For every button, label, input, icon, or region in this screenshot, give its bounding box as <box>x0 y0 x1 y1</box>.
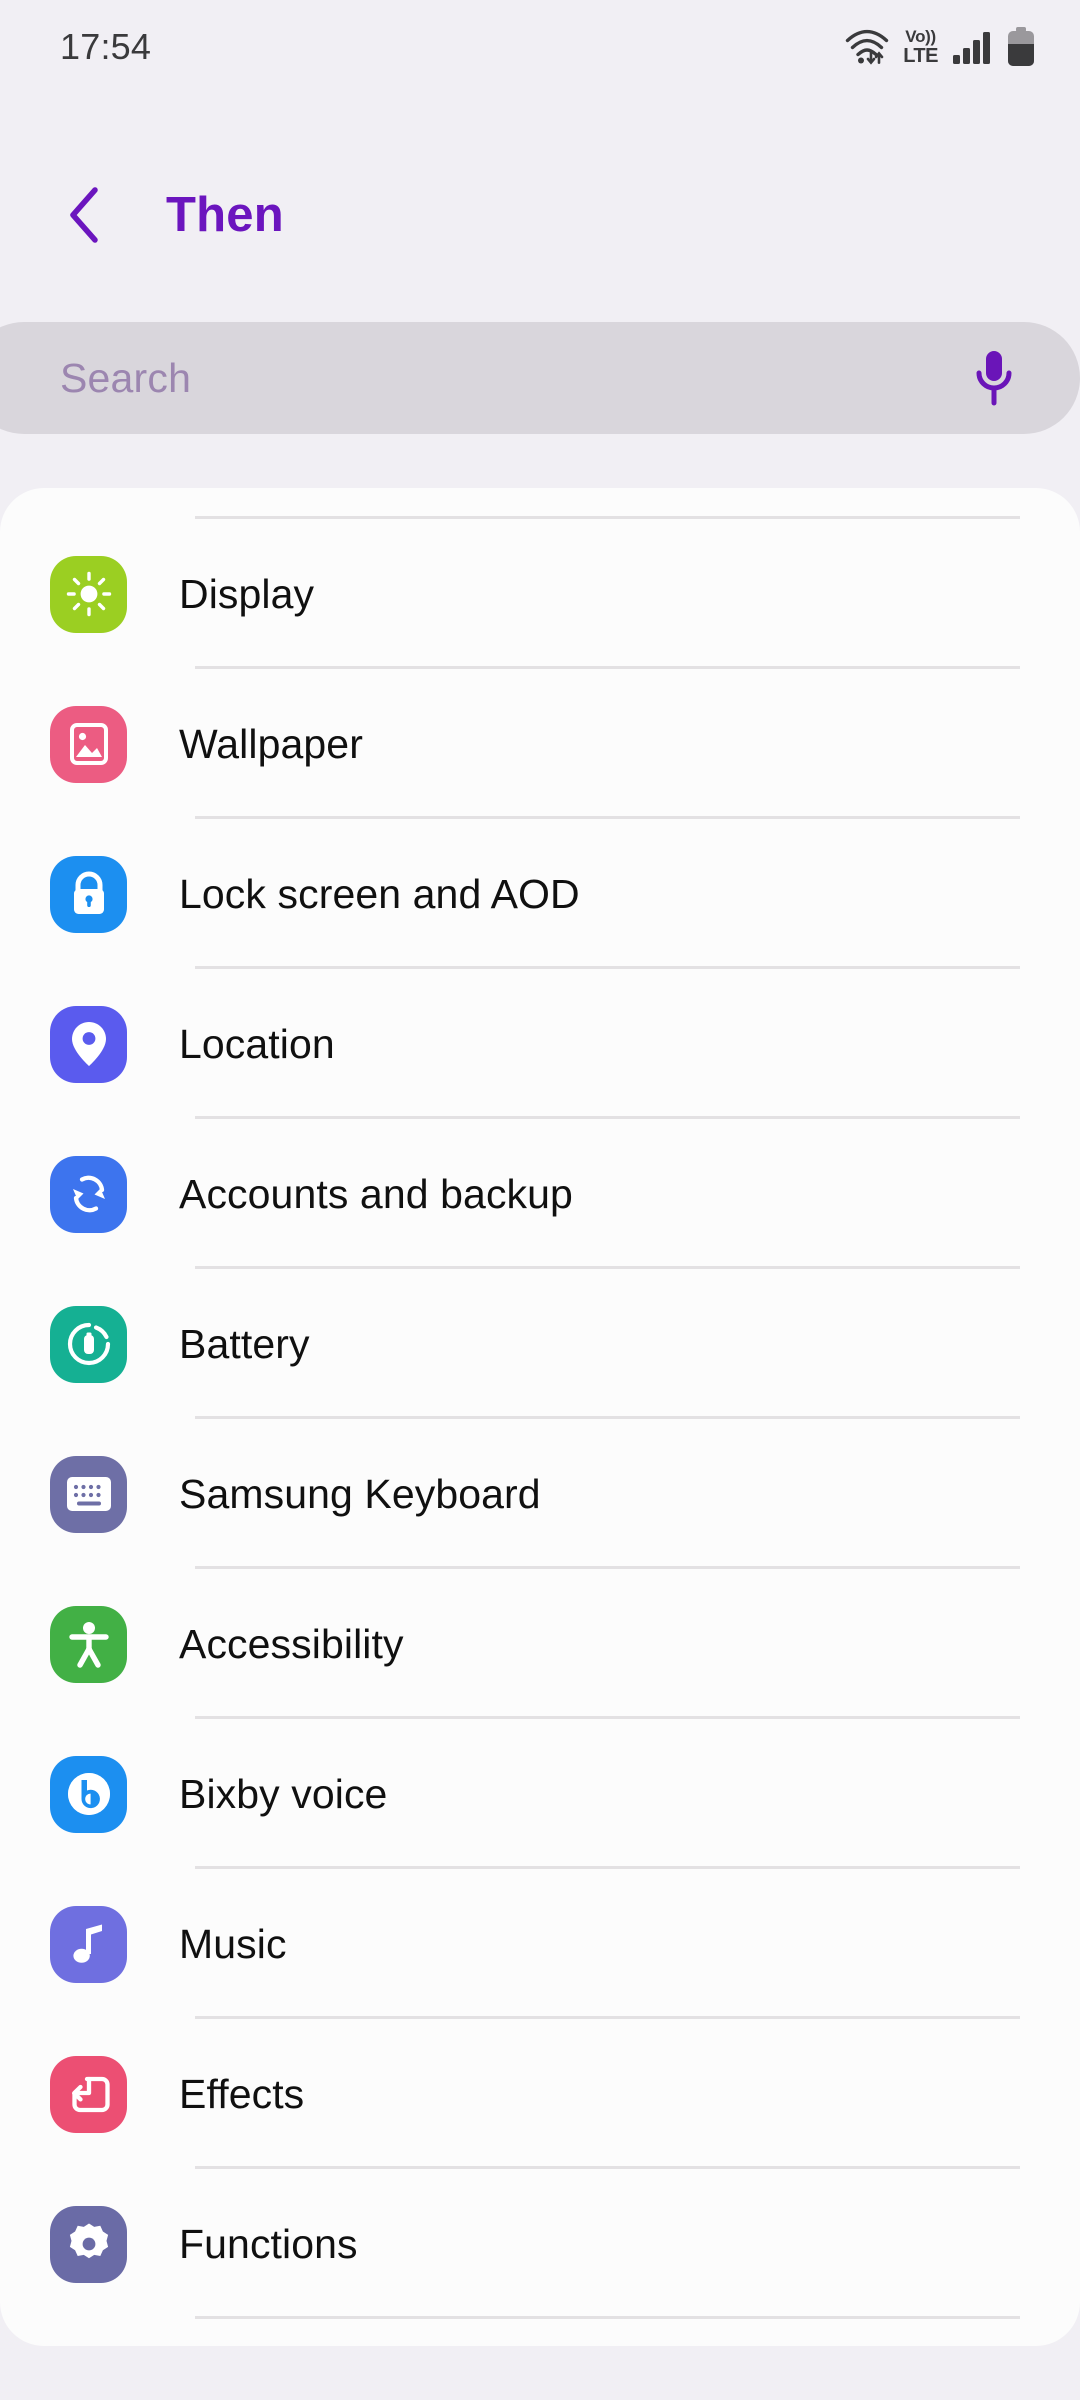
list-item[interactable]: Music <box>0 1869 1080 2019</box>
list-item[interactable]: Accounts and backup <box>0 1119 1080 1269</box>
status-bar-clock: 17:54 <box>60 26 152 67</box>
list-item-label: Bixby voice <box>179 1770 388 1817</box>
volte-icon: Vo)) LTE <box>903 28 938 66</box>
list-item-label: Battery <box>179 1320 310 1367</box>
effects-frame-icon <box>50 2055 127 2133</box>
volte-top-text: Vo)) <box>905 27 936 46</box>
list-item-label: Music <box>179 1920 287 1967</box>
wifi-icon <box>845 29 889 65</box>
status-bar-icons: Vo)) LTE <box>845 27 1036 67</box>
gear-settings-icon <box>50 2205 127 2283</box>
music-note-icon <box>50 1905 127 1983</box>
list-item[interactable]: Lock screen and AOD <box>0 819 1080 969</box>
phone-screen: 17:54 Vo)) LTE Then Search Display Wallp… <box>0 0 1080 2400</box>
app-bar: Then <box>0 150 1080 280</box>
cellular-signal-icon <box>952 30 992 64</box>
map-pin-icon <box>50 1005 127 1083</box>
image-picture-icon <box>50 705 127 783</box>
list-item-label: Accounts and backup <box>179 1170 573 1217</box>
padlock-icon <box>50 855 127 933</box>
back-button[interactable] <box>56 185 116 245</box>
status-bar: 17:54 Vo)) LTE <box>0 0 1080 94</box>
list-item-label: Wallpaper <box>179 720 363 767</box>
search-input[interactable]: Search <box>60 355 964 402</box>
list-item-label: Lock screen and AOD <box>179 870 580 917</box>
list-item[interactable]: Battery <box>0 1269 1080 1419</box>
list-item[interactable]: Bixby voice <box>0 1719 1080 1869</box>
battery-icon <box>1006 27 1036 67</box>
accessibility-person-icon <box>50 1605 127 1683</box>
settings-list: Display Wallpaper Lock screen and AOD Locat… <box>0 519 1080 2319</box>
brightness-sun-icon <box>50 555 127 633</box>
list-item[interactable]: Location <box>0 969 1080 1119</box>
list-item-label: Location <box>179 1020 335 1067</box>
list-item-label: Effects <box>179 2070 305 2117</box>
list-item-label: Samsung Keyboard <box>179 1470 541 1517</box>
list-item[interactable]: Display <box>0 519 1080 669</box>
search-bar[interactable]: Search <box>0 322 1080 434</box>
list-item-label: Accessibility <box>179 1620 404 1667</box>
settings-list-card: Display Wallpaper Lock screen and AOD Locat… <box>0 488 1080 2346</box>
list-item-label: Display <box>179 570 315 617</box>
sync-arrows-icon <box>50 1155 127 1233</box>
list-item[interactable]: Samsung Keyboard <box>0 1419 1080 1569</box>
battery-circle-icon <box>50 1305 127 1383</box>
list-item[interactable]: Effects <box>0 2019 1080 2169</box>
keyboard-icon <box>50 1455 127 1533</box>
list-item-label: Functions <box>179 2220 358 2267</box>
microphone-icon[interactable] <box>964 348 1024 408</box>
list-item-divider <box>195 2316 1020 2319</box>
bixby-logo-icon <box>50 1755 127 1833</box>
page-title: Then <box>166 188 284 242</box>
list-item[interactable]: Functions <box>0 2169 1080 2319</box>
list-item[interactable]: Accessibility <box>0 1569 1080 1719</box>
volte-bottom-text: LTE <box>903 45 938 67</box>
list-item[interactable]: Wallpaper <box>0 669 1080 819</box>
